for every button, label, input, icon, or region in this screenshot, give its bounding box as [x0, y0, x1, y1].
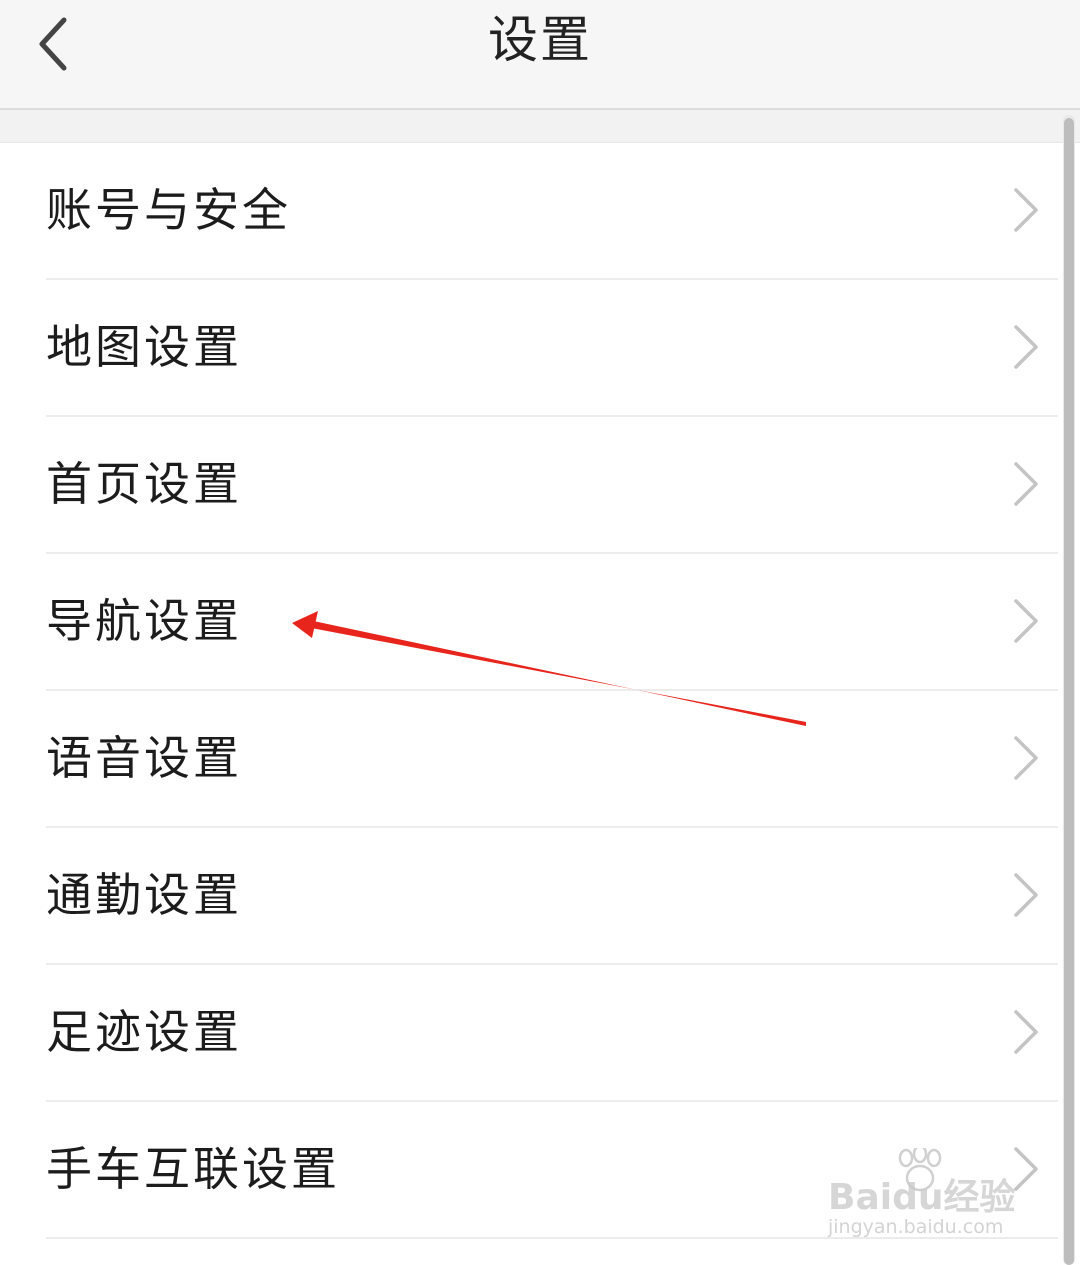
settings-item-label: 手车互联设置 — [46, 1142, 340, 1196]
chevron-right-icon — [1008, 1009, 1042, 1055]
settings-item-account-security[interactable]: 账号与安全 — [0, 143, 1080, 280]
settings-item-commute[interactable]: 通勤设置 — [0, 828, 1080, 965]
settings-item-voice[interactable]: 语音设置 — [0, 691, 1080, 828]
settings-item-label: 通勤设置 — [46, 868, 242, 922]
settings-item-label: 首页设置 — [46, 457, 242, 511]
settings-list: 账号与安全 地图设置 首页设置 导航设置 语音设置 通勤设置 足迹设置 手车互联… — [0, 143, 1080, 1239]
settings-item-label: 账号与安全 — [46, 183, 291, 237]
settings-item-label: 导航设置 — [46, 594, 242, 648]
settings-item-car-phone-link[interactable]: 手车互联设置 — [0, 1102, 1080, 1239]
section-gap — [0, 110, 1080, 143]
chevron-right-icon — [1008, 324, 1042, 370]
chevron-right-icon — [1008, 461, 1042, 507]
settings-item-label: 地图设置 — [46, 320, 242, 374]
page-title: 设置 — [488, 11, 592, 69]
chevron-right-icon — [1008, 1146, 1042, 1192]
chevron-right-icon — [1008, 872, 1042, 918]
settings-item-label: 语音设置 — [46, 731, 242, 785]
settings-item-map[interactable]: 地图设置 — [0, 280, 1080, 417]
settings-item-label: 足迹设置 — [46, 1005, 242, 1059]
chevron-right-icon — [1008, 735, 1042, 781]
settings-item-home[interactable]: 首页设置 — [0, 417, 1080, 554]
header-bar: 设置 — [0, 0, 1080, 110]
scrollbar-thumb[interactable] — [1064, 118, 1074, 1265]
settings-item-navigation[interactable]: 导航设置 — [0, 554, 1080, 691]
chevron-right-icon — [1008, 598, 1042, 644]
chevron-right-icon — [1008, 187, 1042, 233]
settings-item-footprint[interactable]: 足迹设置 — [0, 965, 1080, 1102]
